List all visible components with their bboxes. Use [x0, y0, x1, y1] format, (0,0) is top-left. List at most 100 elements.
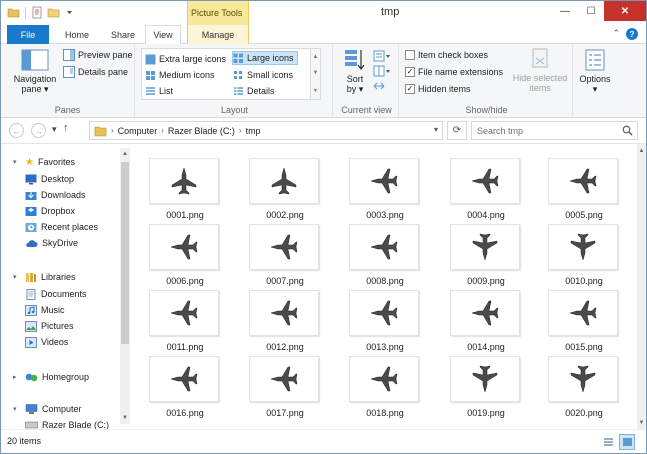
file-thumbnail[interactable]	[249, 158, 319, 204]
expand-icon[interactable]: ▾	[314, 87, 317, 94]
file-tile[interactable]: 0003.png	[342, 150, 428, 220]
maximize-button[interactable]: ☐	[578, 1, 604, 21]
scroll-thumb[interactable]	[121, 162, 129, 344]
file-thumbnail[interactable]	[450, 158, 520, 204]
properties-icon[interactable]	[31, 6, 44, 19]
nav-item-recent-places[interactable]: Recent places	[25, 220, 98, 234]
file-tile[interactable]: 0014.png	[443, 282, 529, 352]
file-tile[interactable]: 0012.png	[242, 282, 328, 352]
file-thumbnail[interactable]	[450, 224, 520, 270]
file-tile[interactable]: 0009.png	[443, 216, 529, 286]
options-button[interactable]: Options ▾	[577, 48, 613, 94]
sort-by-button[interactable]: Sort by ▾	[341, 48, 369, 94]
nav-libraries[interactable]: ▾ Libraries	[13, 270, 76, 284]
refresh-button[interactable]: ⟳	[447, 121, 467, 140]
chevron-down-icon[interactable]: ▼	[313, 70, 319, 76]
extra-large-icons-button[interactable]: Extra large icons	[145, 52, 229, 66]
address-history-chevron-icon[interactable]: ▾	[434, 125, 438, 134]
tab-view[interactable]: View	[145, 25, 181, 45]
recent-locations-chevron-icon[interactable]: ▾	[52, 124, 57, 135]
file-name-extensions-toggle[interactable]: ✓ File name extensions	[405, 65, 506, 79]
help-icon[interactable]: ?	[626, 28, 638, 40]
expand-chevron-icon[interactable]: ▾	[13, 273, 21, 281]
file-thumbnail[interactable]	[149, 290, 219, 336]
details-view-button[interactable]: Details	[233, 84, 278, 98]
file-tile[interactable]: 0018.png	[342, 348, 428, 418]
nav-item-downloads[interactable]: Downloads	[25, 188, 86, 202]
nav-item-videos[interactable]: Videos	[25, 335, 68, 349]
breadcrumb-drive[interactable]: Razer Blade (C:)	[168, 126, 235, 136]
file-tile[interactable]: 0017.png	[242, 348, 328, 418]
scroll-up-icon[interactable]: ▲	[120, 149, 130, 159]
tab-manage[interactable]: Manage	[187, 25, 249, 44]
nav-favorites[interactable]: ▾ ★ Favorites	[13, 155, 75, 169]
file-thumbnail[interactable]	[249, 290, 319, 336]
back-button[interactable]: ←	[9, 123, 24, 138]
breadcrumb-computer[interactable]: Computer	[118, 126, 158, 136]
file-thumbnail[interactable]	[450, 290, 520, 336]
nav-item-desktop[interactable]: Desktop	[25, 172, 74, 186]
file-name[interactable]: 0016.png	[142, 408, 228, 418]
file-tile[interactable]: 0008.png	[342, 216, 428, 286]
breadcrumb-separator[interactable]: ›	[161, 126, 164, 135]
expand-chevron-icon[interactable]: ▾	[13, 405, 21, 413]
file-tile[interactable]: 0006.png	[142, 216, 228, 286]
item-check-boxes-toggle[interactable]: Item check boxes	[405, 48, 491, 62]
address-bar[interactable]: › Computer › Razer Blade (C:) › tmp ▾	[89, 121, 443, 140]
medium-icons-button[interactable]: Medium icons	[145, 68, 218, 82]
nav-homegroup[interactable]: ▸ Homegroup	[13, 370, 89, 384]
expand-chevron-icon[interactable]: ▸	[13, 373, 21, 381]
file-tile[interactable]: 0020.png	[541, 348, 627, 418]
layout-gallery-scroll[interactable]: ▲ ▼ ▾	[310, 49, 320, 99]
file-thumbnail[interactable]	[349, 356, 419, 402]
file-tile[interactable]: 0011.png	[142, 282, 228, 352]
ribbon-collapse-icon[interactable]: ⌃	[612, 28, 620, 39]
file-name[interactable]: 0019.png	[443, 408, 529, 418]
hidden-items-toggle[interactable]: ✓ Hidden items	[405, 82, 474, 96]
breadcrumb-tmp[interactable]: tmp	[246, 126, 261, 136]
details-pane-button[interactable]: Details pane	[63, 65, 131, 79]
file-tile[interactable]: 0001.png	[142, 150, 228, 220]
folder-icon[interactable]	[7, 6, 20, 19]
file-thumbnail[interactable]	[349, 224, 419, 270]
scroll-down-icon[interactable]: ▼	[120, 413, 130, 423]
scroll-up-icon[interactable]: ▲	[637, 146, 646, 155]
file-thumbnail[interactable]	[249, 224, 319, 270]
navigation-pane-scrollbar[interactable]: ▲ ▼	[120, 148, 130, 424]
file-tile[interactable]: 0015.png	[541, 282, 627, 352]
file-thumbnail[interactable]	[548, 356, 618, 402]
file-name-extensions-checkbox[interactable]: ✓	[405, 67, 415, 77]
file-thumbnail[interactable]	[149, 158, 219, 204]
file-thumbnail[interactable]	[548, 290, 618, 336]
file-tile[interactable]: 0005.png	[541, 150, 627, 220]
file-thumbnail[interactable]	[149, 356, 219, 402]
file-thumbnail[interactable]	[349, 290, 419, 336]
file-tile[interactable]: 0013.png	[342, 282, 428, 352]
search-input[interactable]: Search tmp	[471, 121, 638, 140]
file-tile[interactable]: 0007.png	[242, 216, 328, 286]
file-thumbnail[interactable]	[548, 158, 618, 204]
add-columns-icon[interactable]	[373, 65, 391, 77]
size-columns-icon[interactable]	[373, 80, 391, 92]
hide-selected-items-button[interactable]: Hide selected items	[509, 48, 571, 93]
forward-button[interactable]: →	[31, 123, 46, 138]
file-thumbnail[interactable]	[349, 158, 419, 204]
large-icons-view-toggle[interactable]	[619, 434, 635, 450]
tab-file[interactable]: File	[7, 25, 49, 44]
nav-item-pictures[interactable]: Pictures	[25, 319, 74, 333]
file-name[interactable]: 0017.png	[242, 408, 328, 418]
nav-computer[interactable]: ▾ Computer	[13, 402, 82, 416]
preview-pane-button[interactable]: Preview pane	[63, 48, 136, 62]
file-list-scrollbar[interactable]: ▲ ▼	[637, 144, 646, 429]
file-name[interactable]: 0020.png	[541, 408, 627, 418]
up-button[interactable]: ↑	[63, 122, 69, 134]
new-folder-icon[interactable]	[47, 6, 60, 19]
details-view-toggle[interactable]	[600, 434, 616, 450]
navigation-pane-button[interactable]: Navigation pane ▾	[7, 48, 63, 94]
tab-home[interactable]: Home	[57, 25, 97, 44]
list-view-button[interactable]: List	[145, 84, 176, 98]
nav-item-skydrive[interactable]: SkyDrive	[25, 236, 78, 250]
expand-chevron-icon[interactable]: ▾	[13, 158, 21, 166]
file-thumbnail[interactable]	[149, 224, 219, 270]
chevron-down-icon[interactable]	[63, 6, 76, 19]
